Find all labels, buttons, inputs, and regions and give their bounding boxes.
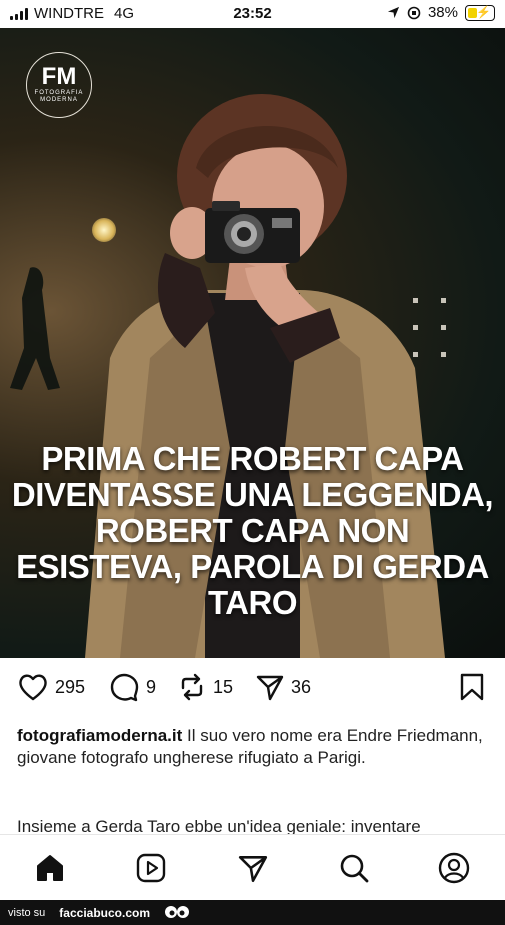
save-button[interactable] xyxy=(458,672,486,702)
brand-logo: FM FOTOGRAFIA MODERNA xyxy=(26,52,92,118)
nav-search[interactable] xyxy=(337,851,371,885)
nav-direct[interactable] xyxy=(236,851,270,885)
heart-icon xyxy=(19,674,47,701)
repost-count: 15 xyxy=(213,676,234,697)
comment-button[interactable]: 9 xyxy=(108,672,156,702)
post-caption: fotografiamoderna.it Il suo vero nome er… xyxy=(17,725,492,769)
eyes-icon xyxy=(165,905,189,918)
footer-prefix: visto su xyxy=(8,906,46,919)
watermark-footer: visto su facciabuco.com xyxy=(0,900,505,925)
post-username[interactable]: fotografiamoderna.it xyxy=(17,726,182,745)
post-headline: PRIMA CHE ROBERT CAPA DIVENTASSE UNA LEG… xyxy=(11,440,494,621)
nav-reels[interactable] xyxy=(134,851,168,885)
footer-site[interactable]: facciabuco.com xyxy=(59,906,150,920)
post-image[interactable]: FM FOTOGRAFIA MODERNA PRIMA CHE ROBERT C… xyxy=(0,28,505,658)
reels-icon xyxy=(136,853,166,883)
search-icon xyxy=(340,854,369,883)
post-actions: 295 9 15 36 xyxy=(0,672,505,712)
comment-icon xyxy=(110,673,139,702)
share-count: 36 xyxy=(291,676,312,697)
decorative-dots xyxy=(413,298,447,357)
like-button[interactable]: 295 xyxy=(17,672,85,702)
street-light xyxy=(92,218,116,242)
battery-percent: 38% xyxy=(427,4,458,21)
logo-initials: FM xyxy=(41,63,77,90)
orientation-lock-icon xyxy=(407,6,421,19)
share-button[interactable]: 36 xyxy=(255,672,311,702)
repost-button[interactable]: 15 xyxy=(177,672,233,702)
like-count: 295 xyxy=(55,676,86,697)
location-arrow-icon xyxy=(387,6,400,19)
send-icon xyxy=(238,856,268,883)
home-icon xyxy=(37,855,63,881)
profile-icon xyxy=(438,852,470,884)
bottom-nav xyxy=(0,834,505,900)
send-icon xyxy=(256,675,284,701)
caption-continuation: Insieme a Gerda Taro ebbe un'idea genial… xyxy=(17,817,421,834)
repost-icon xyxy=(181,673,203,701)
bookmark-icon xyxy=(460,673,484,701)
comment-count: 9 xyxy=(146,676,157,697)
status-bar: WINDTRE 4G 23:52 38% ⚡ xyxy=(0,0,505,28)
logo-subtitle: FOTOGRAFIA MODERNA xyxy=(34,90,84,103)
battery-icon: ⚡ xyxy=(465,4,495,21)
nav-profile[interactable] xyxy=(437,851,471,885)
nav-home[interactable] xyxy=(33,851,67,885)
